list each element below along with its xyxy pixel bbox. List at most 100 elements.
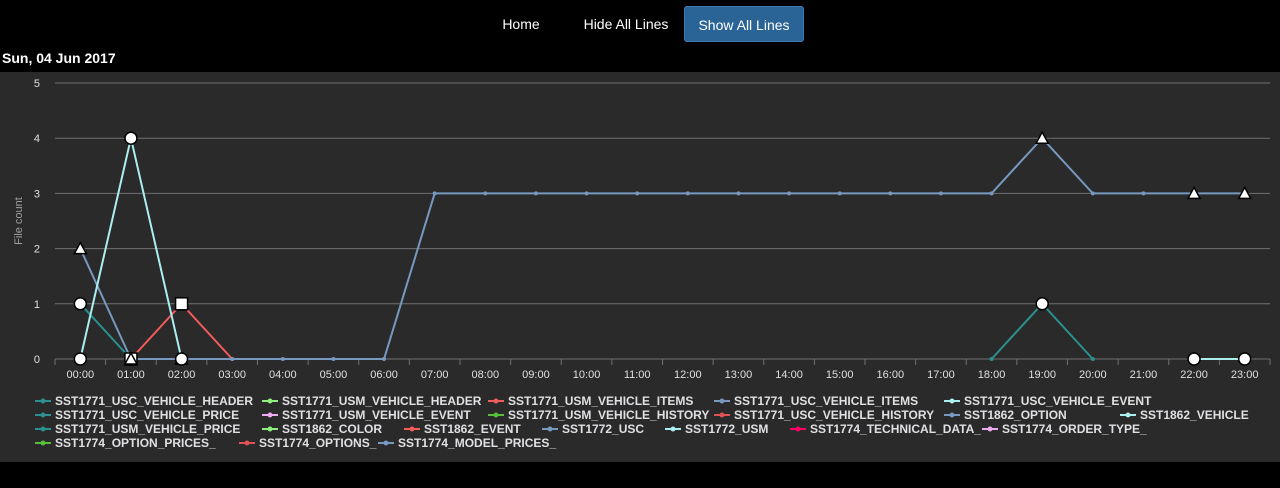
legend-item[interactable]: SST1862_EVENT — [404, 422, 521, 436]
top-nav: Home Hide All Lines Show All Lines — [0, 0, 1280, 48]
legend-symbol-marker — [383, 440, 389, 446]
legend-label: SST1771_USC_VEHICLE_HEADER — [55, 394, 253, 408]
legend-symbol-marker — [267, 412, 273, 418]
legend-item[interactable]: SST1771_USM_VEHICLE_ITEMS — [488, 394, 693, 408]
data-point — [230, 357, 235, 361]
legend-item[interactable]: SST1771_USC_VEHICLE_ITEMS — [714, 394, 918, 408]
x-tick-label: 12:00 — [674, 369, 702, 381]
legend-item[interactable]: SST1862_VEHICLE — [1120, 408, 1249, 422]
y-tick-label: 3 — [34, 188, 40, 200]
data-point — [432, 191, 437, 196]
data-point — [837, 191, 842, 196]
chart-area: 0 1 2 3 4 5 File count 00:00 01:00 02:00 03:00 04:0… — [0, 72, 1280, 462]
data-point — [533, 191, 538, 196]
legend-label: SST1771_USM_VEHICLE_HISTORY — [508, 408, 709, 422]
legend-item[interactable]: SST1774_OPTIONS_ — [239, 436, 377, 450]
legend-label: SST1774_ORDER_TYPE_ — [1002, 422, 1147, 436]
legend-label: SST1771_USM_VEHICLE_ITEMS — [508, 394, 693, 408]
legend-item[interactable]: SST1771_USC_VEHICLE_PRICE — [35, 408, 239, 422]
legend-symbol-marker — [267, 426, 273, 432]
legend-symbol-marker — [719, 398, 725, 404]
data-point — [989, 357, 994, 361]
legend-symbol-marker — [949, 412, 955, 418]
data-point — [483, 191, 488, 196]
legend-item[interactable]: SST1771_USM_VEHICLE_HISTORY — [488, 408, 709, 422]
legend-symbol-marker — [244, 440, 250, 446]
x-tick-label: 06:00 — [370, 369, 398, 381]
legend-item[interactable]: SST1774_OPTION_PRICES_ — [35, 436, 216, 450]
x-tick-label: 16:00 — [877, 369, 905, 381]
legend-item[interactable]: SST1771_USM_VEHICLE_EVENT — [262, 408, 471, 422]
x-tick-label: 00:00 — [67, 369, 95, 381]
data-point-marker — [73, 352, 88, 366]
legend-symbol-marker — [1125, 412, 1131, 418]
legend-label: SST1771_USM_VEHICLE_PRICE — [55, 422, 240, 436]
legend-item[interactable]: SST1772_USM — [665, 422, 768, 436]
legend-item[interactable]: SST1771_USC_VEHICLE_HISTORY — [714, 408, 934, 422]
x-tick-label: 23:00 — [1231, 369, 1259, 381]
data-point-marker — [73, 297, 88, 311]
data-point-marker — [174, 297, 189, 311]
data-point-marker — [124, 131, 138, 145]
x-tick-label: 01:00 — [117, 369, 145, 381]
series-path — [79, 303, 132, 360]
legend-label: SST1774_OPTION_PRICES_ — [55, 436, 216, 450]
y-tick-label: 5 — [34, 78, 40, 90]
legend-item[interactable]: SST1774_ORDER_TYPE_ — [982, 422, 1147, 436]
hide-all-lines-button[interactable]: Hide All Lines — [572, 6, 680, 42]
legend-symbol-marker — [409, 426, 415, 432]
legend-item[interactable]: SST1772_USC — [542, 422, 644, 436]
x-tick-label: 02:00 — [168, 369, 196, 381]
series-path — [130, 302, 233, 360]
legend-label: SST1862_VEHICLE — [1140, 408, 1249, 422]
data-point — [1090, 191, 1095, 196]
data-point — [787, 191, 792, 196]
legend-item[interactable]: SST1771_USM_VEHICLE_PRICE — [35, 422, 240, 436]
x-tick-label: 18:00 — [978, 369, 1006, 381]
data-point — [938, 191, 943, 196]
y-tick-label: 2 — [34, 244, 40, 256]
legend-label: SST1862_OPTION — [964, 408, 1067, 422]
x-tick-label: 22:00 — [1180, 369, 1208, 381]
legend-item[interactable]: SST1771_USC_VEHICLE_EVENT — [944, 394, 1152, 408]
legend-symbol-marker — [40, 398, 46, 404]
legend-label: SST1771_USC_VEHICLE_EVENT — [964, 394, 1152, 408]
legend-item[interactable]: SST1774_MODEL_PRICES_ — [378, 436, 556, 450]
series-path — [990, 302, 1094, 360]
legend-label: SST1771_USC_VEHICLE_ITEMS — [734, 394, 918, 408]
x-tick-label: 08:00 — [472, 369, 500, 381]
data-point-marker — [174, 352, 189, 366]
data-point-marker — [1187, 352, 1201, 366]
x-tick-label: 04:00 — [269, 369, 297, 381]
legend-label: SST1774_OPTIONS_ — [259, 436, 377, 450]
legend-item[interactable]: SST1862_COLOR — [262, 422, 382, 436]
home-button[interactable]: Home — [486, 6, 556, 42]
legend-label: SST1771_USC_VEHICLE_PRICE — [55, 408, 239, 422]
legend-symbol-marker — [547, 426, 553, 432]
legend-item[interactable]: SST1771_USC_VEHICLE_HEADER — [35, 394, 253, 408]
data-point — [382, 357, 387, 361]
date-title: Sun, 04 Jun 2017 — [2, 50, 116, 66]
x-tick-label: 03:00 — [218, 369, 246, 381]
data-point — [584, 191, 589, 196]
legend-symbol-marker — [670, 426, 676, 432]
data-point-marker — [1237, 352, 1252, 366]
legend-item[interactable]: SST1862_OPTION — [944, 408, 1067, 422]
legend-symbol-marker — [795, 426, 801, 432]
y-tick-label: 1 — [34, 299, 40, 311]
show-all-lines-button[interactable]: Show All Lines — [684, 6, 804, 42]
legend-symbol-marker — [493, 412, 499, 418]
legend-symbol-marker — [40, 412, 46, 418]
legend-symbol-marker — [267, 398, 273, 404]
legend-symbol-marker — [493, 398, 499, 404]
x-tick-label: 15:00 — [826, 369, 854, 381]
x-tick-label: 14:00 — [775, 369, 803, 381]
legend-symbol-marker — [719, 412, 725, 418]
legend-item[interactable]: SST1774_TECHNICAL_DATA_ — [790, 422, 981, 436]
legend-label: SST1772_USM — [685, 422, 768, 436]
x-tick-label: 20:00 — [1079, 369, 1107, 381]
series-line — [78, 301, 1095, 361]
legend-item[interactable]: SST1771_USM_VEHICLE_HEADER — [262, 394, 482, 408]
data-point — [635, 191, 640, 196]
data-point — [280, 357, 285, 361]
